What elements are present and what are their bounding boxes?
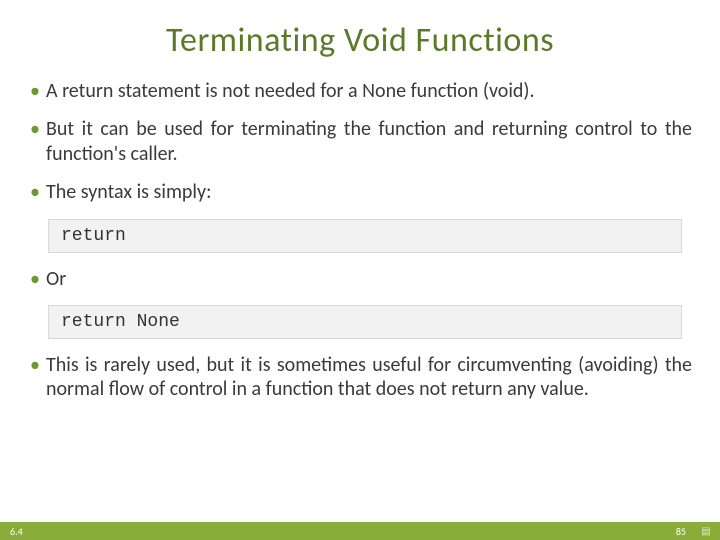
bullet-list: This is rarely used, but it is sometimes…	[28, 353, 692, 402]
bullet-list: Or	[28, 267, 692, 291]
footer-bar: 6.4 85 ▤	[0, 522, 720, 540]
bullet-item: The syntax is simply:	[28, 180, 692, 204]
page-number: 85	[676, 525, 686, 538]
presentation-icon: ▤	[700, 525, 712, 537]
bullet-list: A return statement is not needed for a N…	[28, 79, 692, 205]
bullet-item: This is rarely used, but it is sometimes…	[28, 353, 692, 402]
bullet-item: But it can be used for terminating the f…	[28, 117, 692, 166]
code-block: return None	[48, 305, 682, 339]
section-number: 6.4	[10, 525, 23, 538]
bullet-item: Or	[28, 267, 692, 291]
bullet-item: A return statement is not needed for a N…	[28, 79, 692, 103]
code-block: return	[48, 219, 682, 253]
slide: Terminating Void Functions A return stat…	[0, 0, 720, 540]
footer-right-group: 85 ▤	[676, 525, 712, 538]
slide-title: Terminating Void Functions	[0, 0, 720, 79]
slide-content: A return statement is not needed for a N…	[0, 79, 720, 402]
